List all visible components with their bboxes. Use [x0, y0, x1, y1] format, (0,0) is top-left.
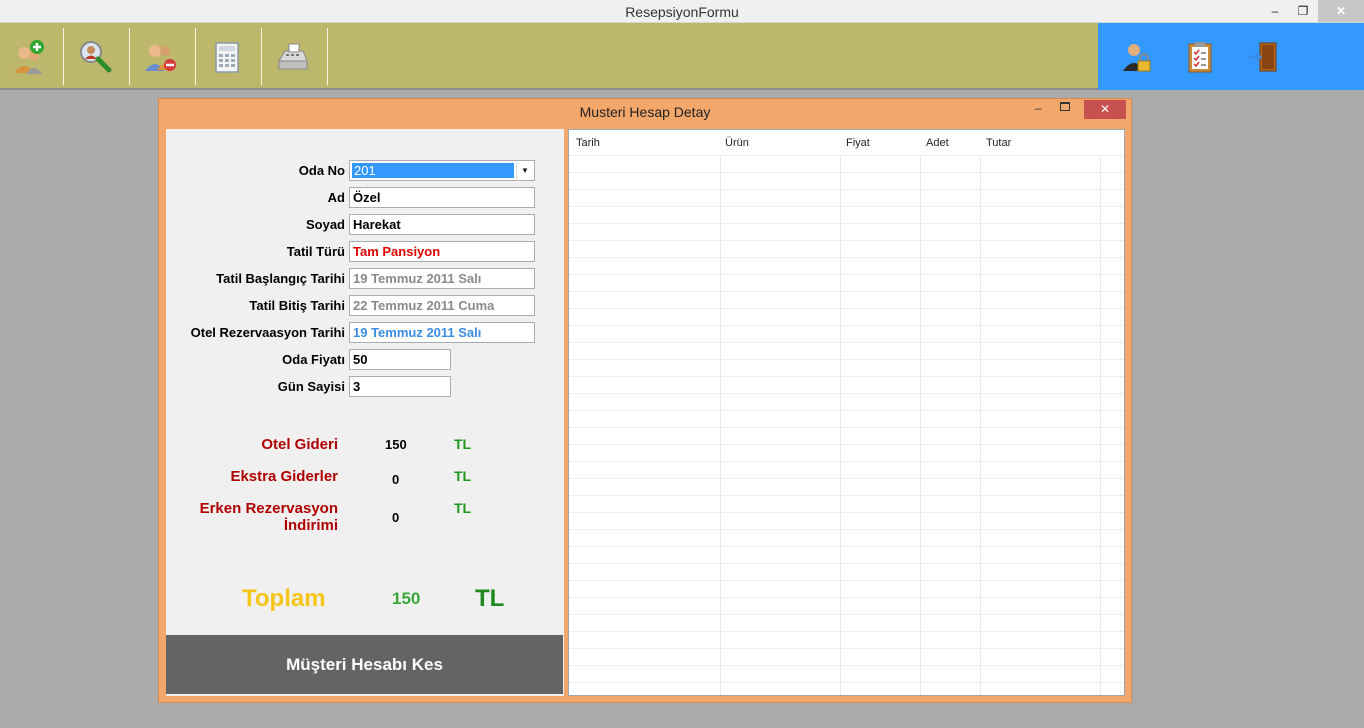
otel-gideri-value: 150 — [385, 437, 407, 452]
account-items-grid[interactable]: Tarih Ürün Fiyat Adet Tutar — [568, 129, 1125, 696]
chevron-down-icon[interactable]: ▼ — [516, 162, 533, 179]
oda-no-combobox[interactable]: 201 ▼ — [349, 160, 535, 181]
erken-rezervasyon-currency: TL — [454, 500, 472, 516]
window-titlebar: ResepsiyonFormu – ❐ ✕ — [0, 0, 1364, 23]
oda-no-label: Oda No — [298, 163, 345, 178]
column-header-urun[interactable]: Ürün — [725, 137, 749, 149]
child-maximize-button[interactable] — [1060, 102, 1070, 111]
column-header-tarih[interactable]: Tarih — [576, 137, 600, 149]
gun-sayisi-label: Gün Sayisi — [277, 379, 345, 394]
otel-gideri-currency: TL — [454, 436, 472, 452]
column-header-adet[interactable]: Adet — [926, 137, 949, 149]
clipboard-icon — [1188, 42, 1212, 73]
oda-fiyati-label: Oda Fiyatı — [282, 352, 345, 367]
ekstra-giderler-label: Ekstra Giderler — [230, 468, 338, 485]
exit-door-icon — [1248, 42, 1277, 72]
close-account-button[interactable]: Müşteri Hesabı Kes — [166, 635, 563, 694]
restore-button[interactable]: ❐ — [1290, 0, 1316, 22]
tatil-turu-field[interactable]: Tam Pansiyon — [349, 241, 535, 262]
grid-header: Tarih Ürün Fiyat Adet Tutar — [569, 130, 1124, 155]
erken-rezervasyon-label-line2: İndirimi — [283, 517, 338, 534]
cash-register-icon — [278, 43, 308, 70]
close-button[interactable]: ✕ — [1318, 0, 1364, 22]
toplam-label: Toplam — [242, 585, 326, 612]
tatil-baslangic-label: Tatil Başlangıç Tarihi — [216, 271, 345, 286]
window-title: ResepsiyonFormu — [625, 4, 739, 20]
add-customer-button[interactable] — [2, 29, 58, 85]
column-header-fiyat[interactable]: Fiyat — [846, 137, 870, 149]
search-customer-button[interactable] — [67, 29, 123, 85]
user-lock-icon — [1123, 44, 1151, 72]
add-user-icon — [14, 40, 44, 74]
toolbar-right — [1098, 23, 1364, 90]
gun-sayisi-field[interactable]: 3 — [349, 376, 451, 397]
child-minimize-button[interactable]: – — [1035, 101, 1042, 115]
ekstra-giderler-currency: TL — [454, 468, 472, 484]
toplam-currency: TL — [475, 585, 505, 612]
user-lock-button[interactable] — [1108, 29, 1164, 85]
minimize-button[interactable]: – — [1262, 0, 1288, 22]
tatil-baslangic-field[interactable]: 19 Temmuz 2011 Salı — [349, 268, 535, 289]
remove-user-icon — [145, 45, 176, 71]
ekstra-giderler-value: 0 — [392, 472, 400, 487]
otel-rezervasyon-field[interactable]: 19 Temmuz 2011 Salı — [349, 322, 535, 343]
soyad-field[interactable]: Harekat — [349, 214, 535, 235]
tatil-bitis-field[interactable]: 22 Temmuz 2011 Cuma — [349, 295, 535, 316]
child-close-button[interactable]: ✕ — [1084, 100, 1126, 119]
ad-label: Ad — [327, 190, 345, 205]
calculator-icon — [215, 42, 239, 73]
tatil-turu-label: Tatil Türü — [286, 244, 345, 259]
column-header-tutar[interactable]: Tutar — [986, 137, 1011, 149]
erken-rezervasyon-value: 0 — [392, 510, 400, 525]
customer-form-panel: Oda No 201 ▼ Ad Özel Soyad Harekat Tatil… — [166, 129, 564, 696]
erken-rezervasyon-label: Erken Rezervasyon — [199, 500, 338, 517]
account-detail-window: Musteri Hesap Detay – ✕ Oda No 201 ▼ Ad … — [158, 98, 1132, 703]
calculator-button[interactable] — [199, 29, 255, 85]
tatil-bitis-label: Tatil Bitiş Tarihi — [249, 298, 345, 313]
exit-button[interactable] — [1236, 29, 1292, 85]
main-toolbar — [0, 23, 1098, 90]
ad-field[interactable]: Özel — [349, 187, 535, 208]
remove-customer-button[interactable] — [133, 29, 189, 85]
toplam-value: 150 — [392, 589, 421, 608]
oda-fiyati-field[interactable]: 50 — [349, 349, 451, 370]
oda-no-value: 201 — [352, 163, 514, 178]
search-user-icon — [80, 41, 112, 73]
child-window-title: Musteri Hesap Detay — [579, 104, 711, 120]
cash-register-button[interactable] — [265, 29, 321, 85]
clipboard-button[interactable] — [1172, 29, 1228, 85]
otel-gideri-label: Otel Gideri — [261, 436, 338, 453]
otel-rezervasyon-label: Otel Rezervaasyon Tarihi — [190, 325, 345, 340]
soyad-label: Soyad — [305, 217, 345, 232]
